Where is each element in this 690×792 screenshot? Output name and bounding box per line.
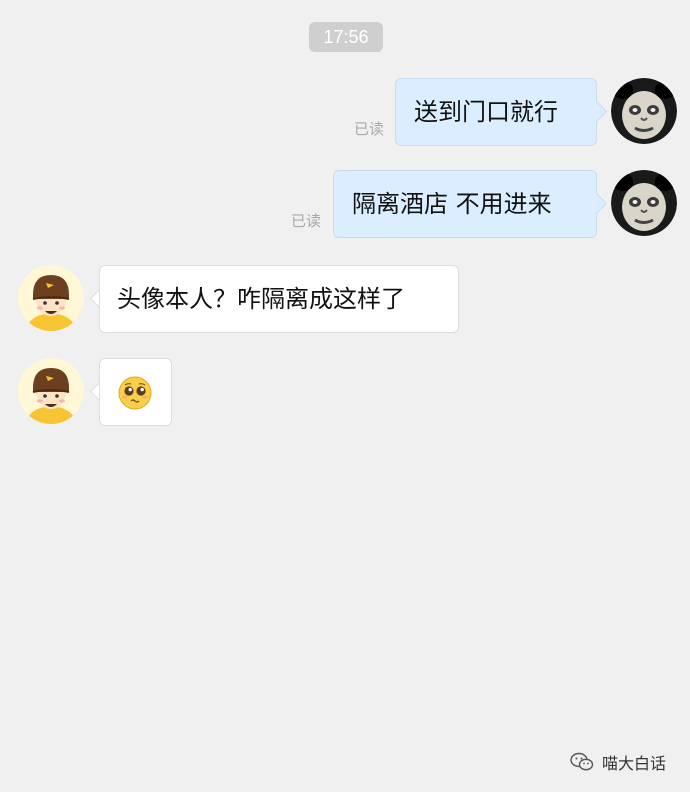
panda-meme-avatar[interactable] bbox=[611, 78, 677, 144]
watermark-text: 喵大白话 bbox=[602, 754, 667, 773]
read-receipt: 已读 bbox=[354, 120, 385, 138]
delivery-rider-avatar[interactable] bbox=[18, 358, 84, 424]
message-bubble-incoming[interactable] bbox=[99, 358, 172, 426]
message-bubble-outgoing[interactable]: 送到门口就行 bbox=[395, 78, 597, 146]
message-text: 送到门口就行 bbox=[414, 98, 558, 126]
message-text: 头像本人？咋隔离成这样了 bbox=[117, 285, 405, 313]
panda-meme-avatar[interactable] bbox=[611, 170, 677, 236]
watermark: 喵大白话 bbox=[570, 748, 666, 776]
message-text: 隔离酒店 不用进来 bbox=[352, 190, 552, 218]
read-receipt: 已读 bbox=[291, 212, 322, 230]
delivery-rider-avatar[interactable] bbox=[18, 265, 84, 331]
pleading-face-emoji bbox=[118, 376, 152, 410]
message-bubble-outgoing[interactable]: 隔离酒店 不用进来 bbox=[333, 170, 597, 238]
message-bubble-incoming[interactable]: 头像本人？咋隔离成这样了 bbox=[99, 265, 459, 333]
timestamp-badge: 17:56 bbox=[309, 22, 383, 52]
wechat-icon bbox=[570, 752, 594, 771]
